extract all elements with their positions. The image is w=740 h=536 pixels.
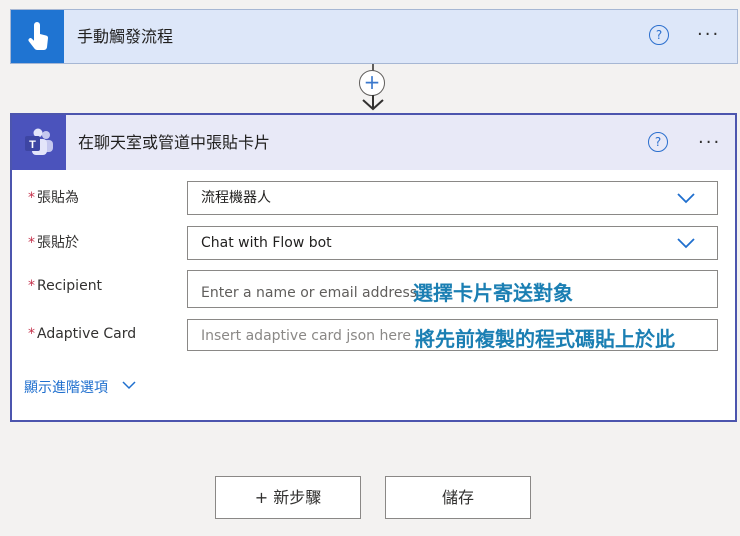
action-title: 在聊天室或管道中張貼卡片 <box>78 133 271 152</box>
post-as-label: * 張貼為 <box>28 190 79 206</box>
adaptive-card-label: * Adaptive Card <box>28 326 137 342</box>
recipient-placeholder: Enter a name or email address <box>201 285 418 301</box>
recipient-label: * Recipient <box>28 278 103 294</box>
save-button[interactable]: 儲存 <box>385 476 531 519</box>
trigger-card[interactable]: 手動觸發流程 ? ··· <box>10 9 738 64</box>
recipient-annotation: 選擇卡片寄送對象 <box>413 281 573 305</box>
recipient-input[interactable]: Enter a name or email address 選擇卡片寄送對象 <box>187 270 718 308</box>
new-step-button[interactable]: + 新步驟 <box>215 476 361 519</box>
chevron-down-icon <box>677 238 695 249</box>
post-in-label: * 張貼於 <box>28 235 79 251</box>
adaptive-card-annotation: 將先前複製的程式碼貼上於此 <box>415 327 675 351</box>
action-card: T 在聊天室或管道中張貼卡片 ? ··· * 張貼為 流程機器人 * 張貼於 Cha… <box>10 113 737 422</box>
more-options-icon[interactable]: ··· <box>697 26 720 44</box>
touch-hand-icon <box>11 10 64 63</box>
show-advanced-options-link[interactable]: 顯示進階選項 <box>24 377 108 397</box>
help-icon[interactable]: ? <box>649 25 669 45</box>
svg-text:T: T <box>29 139 36 151</box>
trigger-title: 手動觸發流程 <box>77 27 174 46</box>
adaptive-card-input[interactable]: Insert adaptive card json here 將先前複製的程式碼… <box>187 319 718 351</box>
chevron-down-icon <box>677 193 695 204</box>
help-icon[interactable]: ? <box>648 132 668 152</box>
adaptive-card-placeholder: Insert adaptive card json here <box>201 328 412 344</box>
teams-icon: T <box>12 115 66 170</box>
more-options-icon[interactable]: ··· <box>698 134 721 152</box>
post-in-dropdown[interactable]: Chat with Flow bot <box>187 226 718 260</box>
chevron-down-icon[interactable] <box>122 380 136 390</box>
post-in-value: Chat with Flow bot <box>201 235 332 251</box>
action-card-header[interactable]: T 在聊天室或管道中張貼卡片 ? ··· <box>12 115 735 170</box>
post-as-value: 流程機器人 <box>201 190 271 206</box>
trigger-card-header[interactable]: 手動觸發流程 ? ··· <box>11 10 737 63</box>
post-as-dropdown[interactable]: 流程機器人 <box>187 181 718 215</box>
arrow-down-icon <box>362 95 384 111</box>
insert-step-button[interactable]: + <box>359 70 385 96</box>
